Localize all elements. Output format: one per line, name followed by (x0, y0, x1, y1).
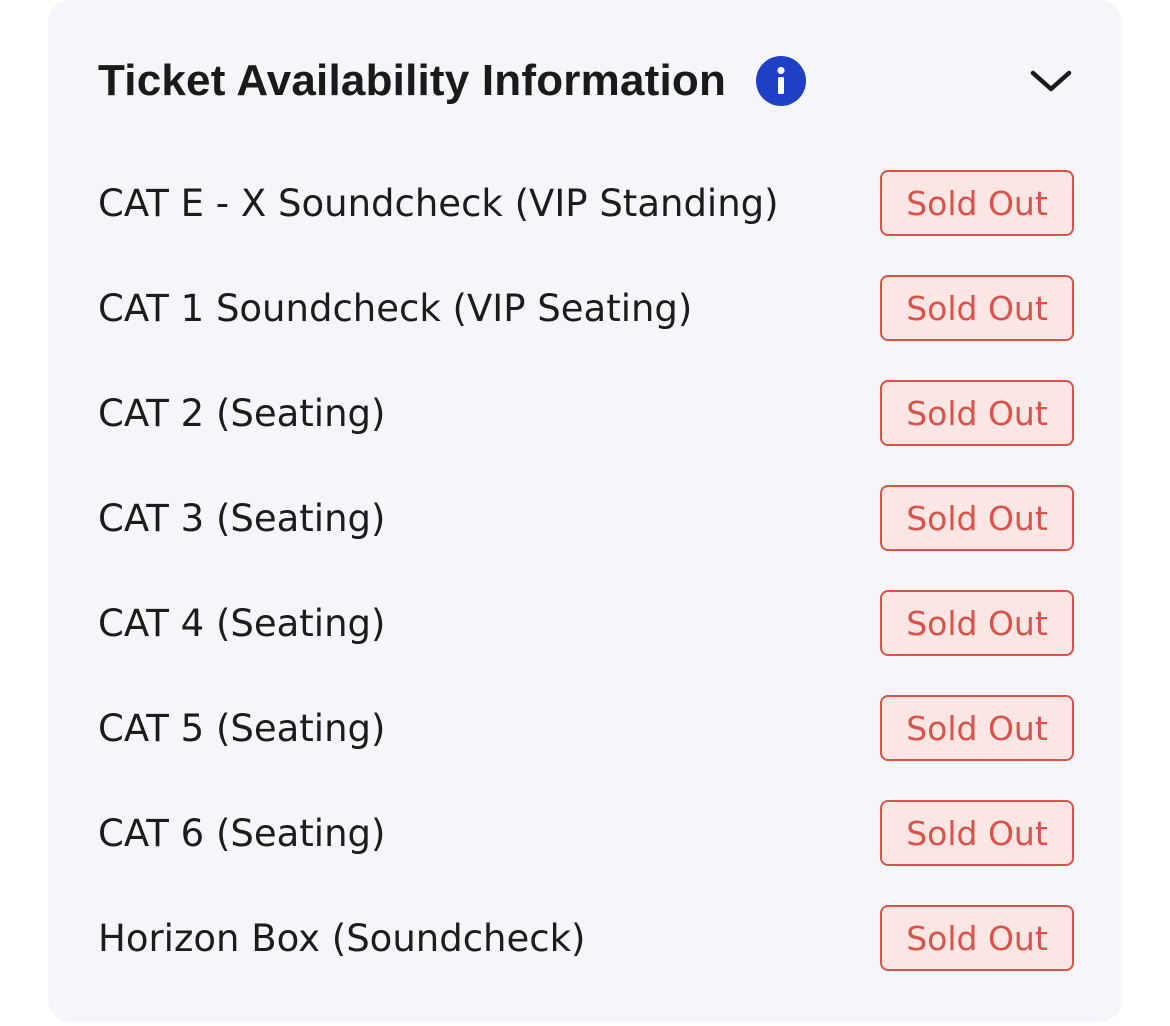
ticket-row: CAT 6 (Seating) Sold Out (98, 783, 1074, 888)
status-badge: Sold Out (880, 800, 1074, 866)
ticket-availability-panel: Ticket Availability Information CAT E - … (48, 0, 1122, 1022)
panel-title: Ticket Availability Information (98, 56, 727, 105)
status-badge: Sold Out (880, 275, 1074, 341)
ticket-row: Horizon Box (Soundcheck) Sold Out (98, 888, 1074, 993)
status-badge: Sold Out (880, 905, 1074, 971)
ticket-category-name: CAT 4 (Seating) (98, 602, 386, 645)
ticket-category-name: Horizon Box (Soundcheck) (98, 917, 586, 960)
ticket-category-name: CAT 1 Soundcheck (VIP Seating) (98, 287, 693, 330)
ticket-row: CAT 1 Soundcheck (VIP Seating) Sold Out (98, 258, 1074, 363)
info-icon[interactable] (756, 56, 807, 106)
ticket-category-name: CAT 3 (Seating) (98, 497, 386, 540)
status-badge: Sold Out (880, 170, 1074, 236)
panel-header[interactable]: Ticket Availability Information (98, 48, 1074, 114)
ticket-row: CAT 3 (Seating) Sold Out (98, 468, 1074, 573)
status-badge: Sold Out (880, 380, 1074, 446)
ticket-category-name: CAT 6 (Seating) (98, 812, 386, 855)
status-badge: Sold Out (880, 695, 1074, 761)
ticket-row: CAT 4 (Seating) Sold Out (98, 573, 1074, 678)
ticket-row: CAT E - X Soundcheck (VIP Standing) Sold… (98, 153, 1074, 258)
ticket-row: CAT 2 (Seating) Sold Out (98, 363, 1074, 468)
ticket-category-name: CAT E - X Soundcheck (VIP Standing) (98, 182, 779, 225)
chevron-down-icon[interactable] (1028, 58, 1074, 104)
status-badge: Sold Out (880, 590, 1074, 656)
ticket-row: CAT 5 (Seating) Sold Out (98, 678, 1074, 783)
ticket-list: CAT E - X Soundcheck (VIP Standing) Sold… (98, 153, 1074, 993)
ticket-category-name: CAT 2 (Seating) (98, 392, 386, 435)
status-badge: Sold Out (880, 485, 1074, 551)
ticket-category-name: CAT 5 (Seating) (98, 707, 386, 750)
